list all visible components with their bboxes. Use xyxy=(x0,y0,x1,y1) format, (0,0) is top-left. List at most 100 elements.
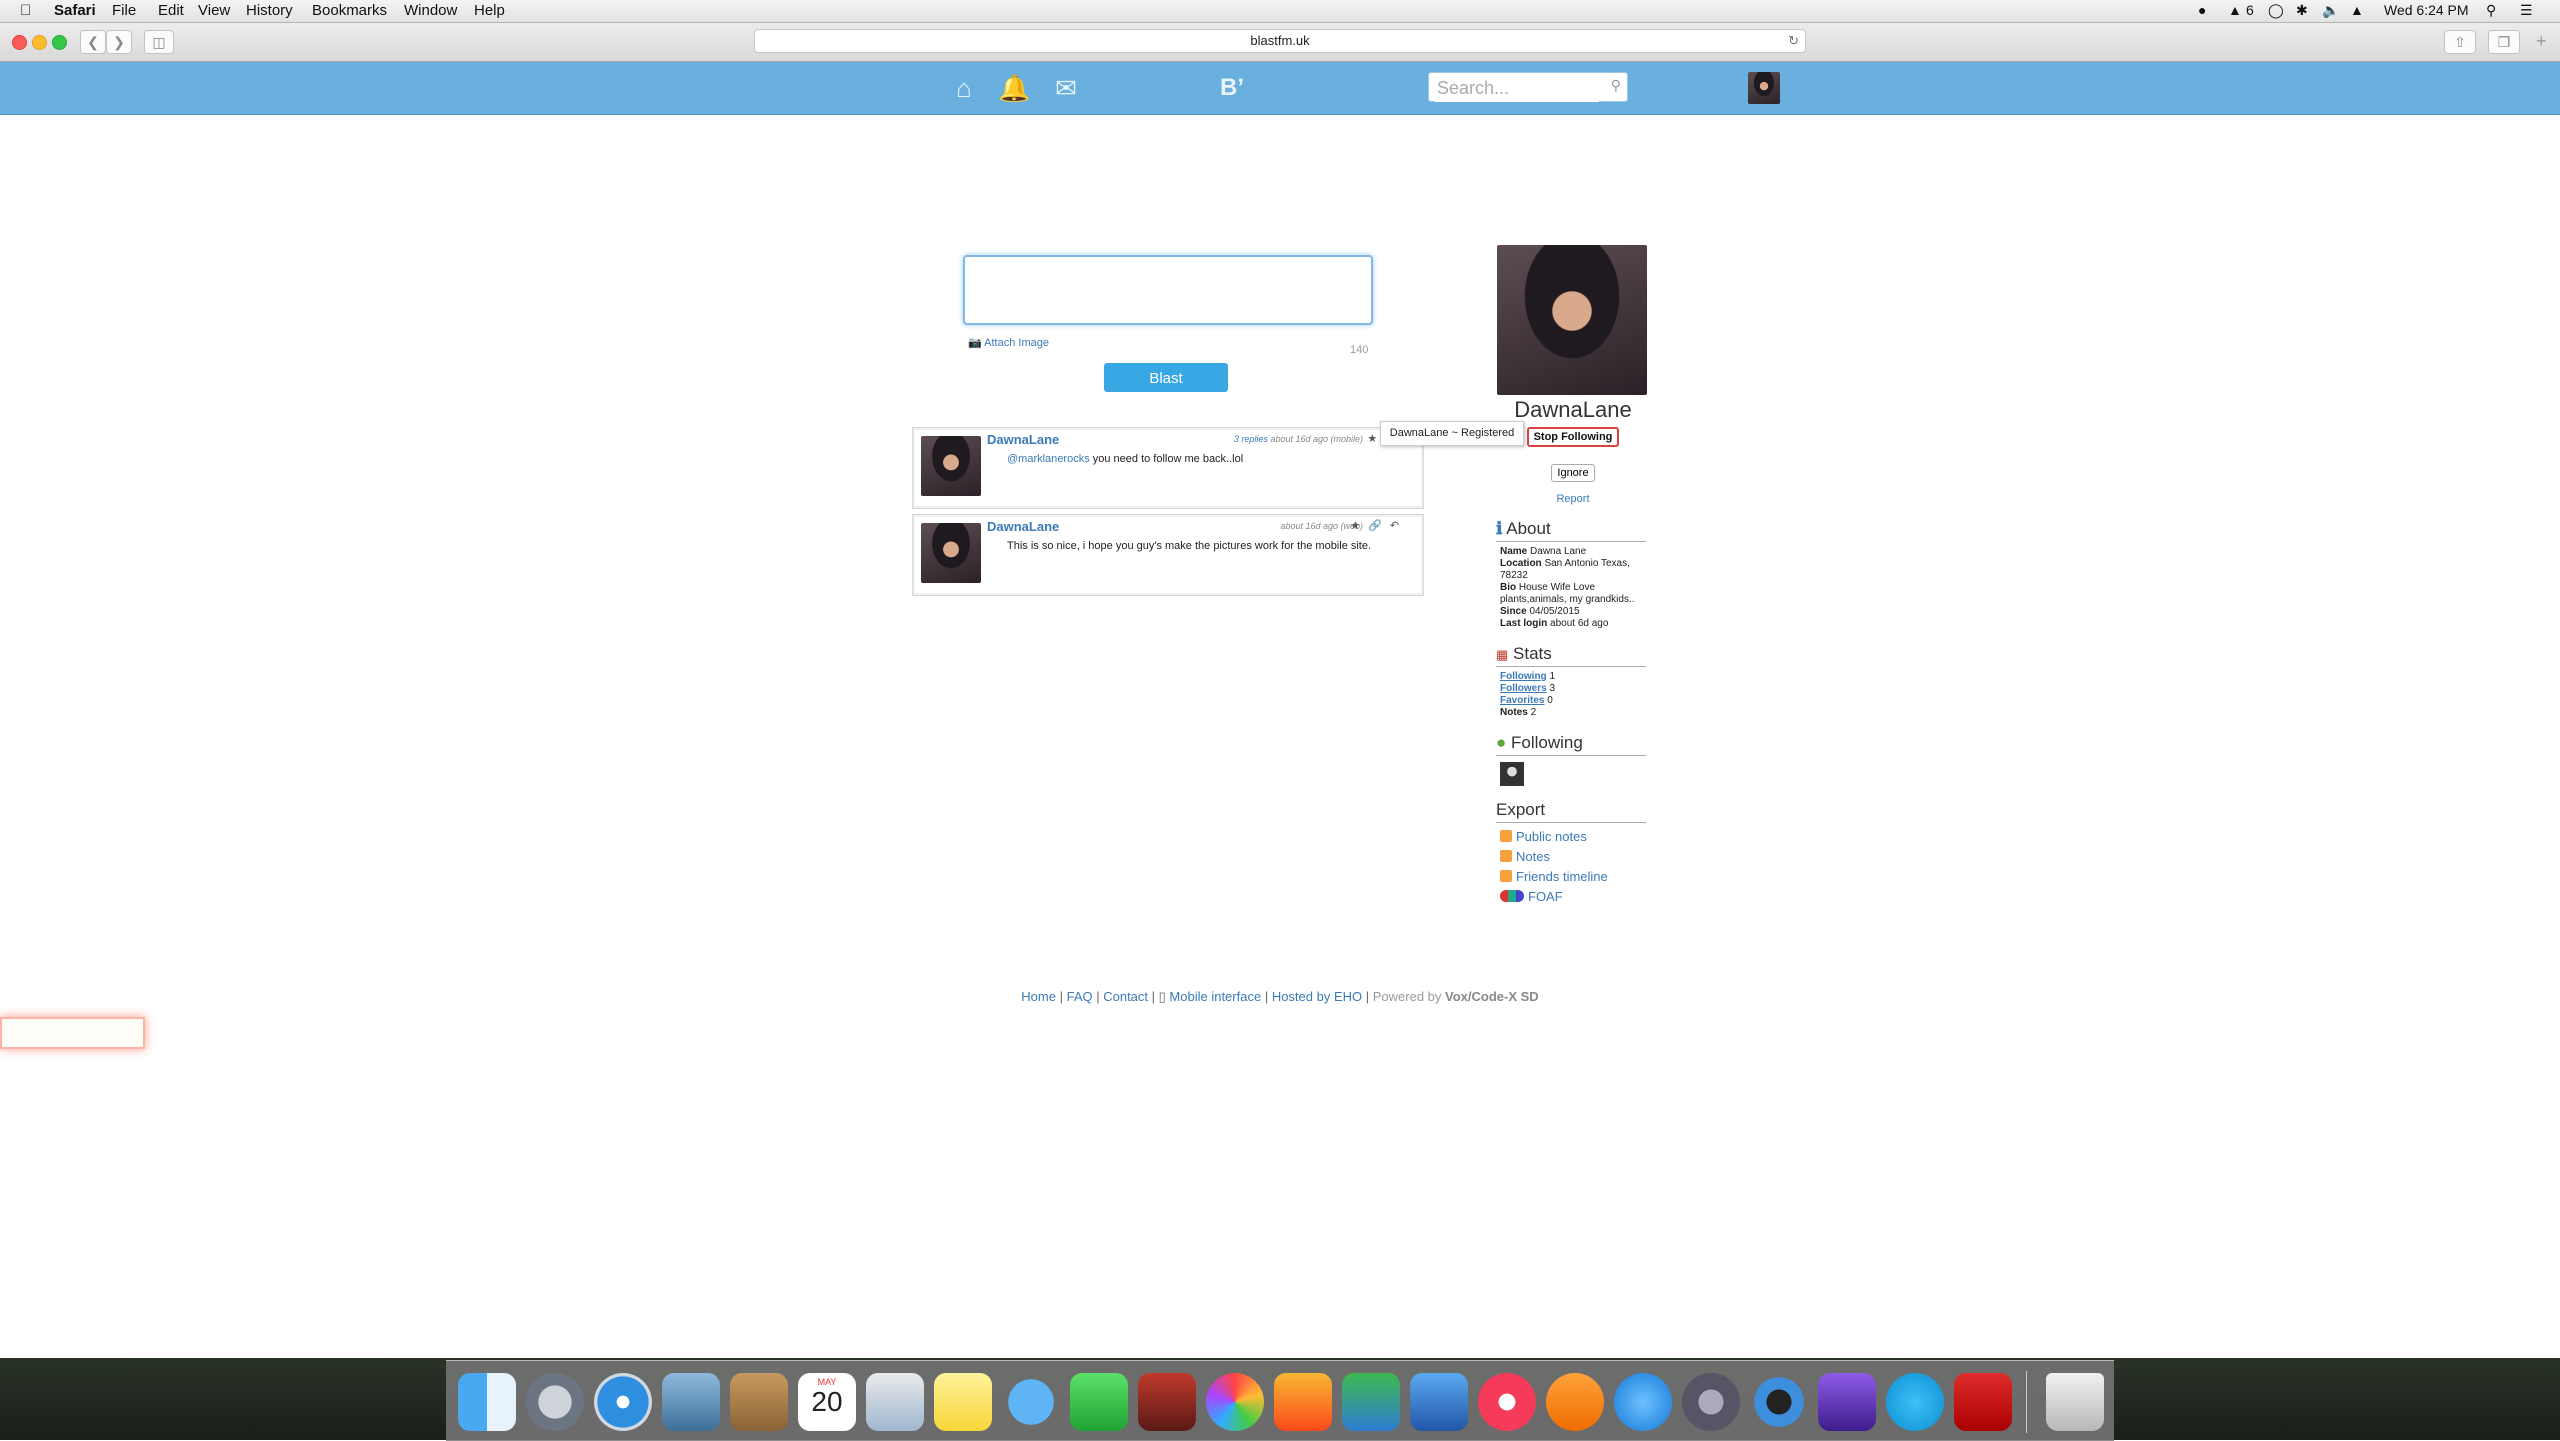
menu-help[interactable]: Help xyxy=(474,2,505,19)
stop-following-button[interactable]: Stop Following xyxy=(1526,427,1620,447)
new-tab-icon[interactable]: + xyxy=(2536,31,2547,52)
menu-view[interactable]: View xyxy=(198,2,230,19)
menu-history[interactable]: History xyxy=(246,2,293,19)
ibooks-icon[interactable] xyxy=(1546,1373,1604,1431)
facetime-icon[interactable] xyxy=(1070,1373,1128,1431)
acrobat-icon[interactable] xyxy=(1954,1373,2012,1431)
bluetooth-icon[interactable]: ✱ xyxy=(2296,2,2308,19)
spotlight-icon[interactable]: ⚲ xyxy=(2486,2,2496,19)
export-friends-timeline[interactable]: Friends timeline xyxy=(1500,867,1650,887)
preview-icon[interactable] xyxy=(866,1373,924,1431)
messages-icon[interactable] xyxy=(1002,1373,1060,1431)
wifi-icon[interactable]: ▲ xyxy=(2350,2,2364,18)
foaf-icon xyxy=(1500,890,1524,902)
highlighted-input-box[interactable] xyxy=(0,1017,145,1049)
export-foaf[interactable]: FOAF xyxy=(1500,887,1650,907)
favorites-link[interactable]: Favorites xyxy=(1500,695,1544,706)
adobe-icon[interactable]: ▲ xyxy=(2228,2,2242,18)
zoom-window-icon[interactable] xyxy=(52,35,67,50)
finder-icon[interactable] xyxy=(458,1373,516,1431)
home-icon[interactable]: ⌂ xyxy=(948,72,980,104)
volume-icon[interactable]: 🔈 xyxy=(2322,2,2339,19)
calendar-icon[interactable]: MAY 20 xyxy=(798,1373,856,1431)
menu-window[interactable]: Window xyxy=(404,2,457,19)
mention-link[interactable]: @marklanerocks xyxy=(1007,453,1090,465)
link-icon[interactable]: 🔗 xyxy=(1368,520,1390,532)
skype-icon[interactable] xyxy=(1886,1373,1944,1431)
user-avatar[interactable] xyxy=(1748,72,1780,104)
notice-avatar[interactable] xyxy=(921,523,981,583)
followers-link[interactable]: Followers xyxy=(1500,683,1547,694)
photo-booth-icon[interactable] xyxy=(1138,1373,1196,1431)
reply-icon[interactable]: ↶ xyxy=(1390,520,1407,532)
export-notes[interactable]: Notes xyxy=(1500,847,1650,867)
footer-contact-link[interactable]: Contact xyxy=(1103,989,1148,1004)
footer-home-link[interactable]: Home xyxy=(1021,989,1056,1004)
about-section-title: ℹ About xyxy=(1496,519,1646,542)
safari-icon[interactable] xyxy=(594,1373,652,1431)
photos-icon[interactable] xyxy=(1206,1373,1264,1431)
notice-avatar[interactable] xyxy=(921,436,981,496)
notice-timestamp[interactable]: about 16d ago (mobile) xyxy=(1270,434,1363,444)
menu-bookmarks[interactable]: Bookmarks xyxy=(312,2,387,19)
clock[interactable]: Wed 6:24 PM xyxy=(2384,2,2469,18)
site-header: ⌂ 🔔 ✉ B’ ⚲ xyxy=(0,62,2560,115)
back-button[interactable]: ❮ xyxy=(80,30,106,54)
url-bar[interactable]: blastfm.uk ↻ xyxy=(754,29,1806,53)
followers-count: 3 xyxy=(1549,683,1556,694)
menu-file[interactable]: File xyxy=(112,2,136,19)
notice-author[interactable]: DawnaLane xyxy=(987,432,1059,447)
creative-cloud-icon[interactable]: ● xyxy=(2198,2,2206,18)
report-link[interactable]: Report xyxy=(1496,493,1650,505)
menu-app-name[interactable]: Safari xyxy=(54,2,96,19)
menu-edit[interactable]: Edit xyxy=(158,2,184,19)
replies-link[interactable]: 3 replies xyxy=(1234,434,1268,444)
footer-mobile-link[interactable]: Mobile interface xyxy=(1169,989,1261,1004)
location-label: Location xyxy=(1500,558,1542,569)
launchpad-icon[interactable] xyxy=(526,1373,584,1431)
pages-icon[interactable] xyxy=(1274,1373,1332,1431)
app-store-icon[interactable] xyxy=(1614,1373,1672,1431)
notice-text: @marklanerocks you need to follow me bac… xyxy=(1007,453,1407,465)
forward-button[interactable]: ❯ xyxy=(106,30,132,54)
close-window-icon[interactable] xyxy=(12,35,27,50)
footer-powered-name[interactable]: Vox/Code-X SD xyxy=(1445,989,1539,1004)
page-footer: Home | FAQ | Contact | ▯ Mobile interfac… xyxy=(1021,989,1539,1004)
attach-image-link[interactable]: 📷 Attach Image xyxy=(968,336,1049,349)
mail-app-icon[interactable] xyxy=(662,1373,720,1431)
about-details: Name Dawna Lane Location San Antonio Tex… xyxy=(1500,546,1650,630)
numbers-icon[interactable] xyxy=(1342,1373,1400,1431)
notification-center-icon[interactable]: ☰ xyxy=(2520,2,2533,19)
notice-author[interactable]: DawnaLane xyxy=(987,519,1059,534)
imovie-icon[interactable] xyxy=(1818,1373,1876,1431)
notifications-icon[interactable]: 🔔 xyxy=(998,72,1030,104)
apple-menu-icon[interactable]:  xyxy=(20,2,31,19)
search-icon[interactable]: ⚲ xyxy=(1611,77,1621,94)
blast-logo-icon[interactable]: B’ xyxy=(1216,72,1248,104)
contacts-icon[interactable] xyxy=(730,1373,788,1431)
mail-icon[interactable]: ✉ xyxy=(1050,72,1082,104)
reload-icon[interactable]: ↻ xyxy=(1788,30,1799,52)
rss-icon xyxy=(1500,830,1512,842)
itunes-icon[interactable] xyxy=(1478,1373,1536,1431)
notes-app-icon[interactable] xyxy=(934,1373,992,1431)
sidebar-toggle-button[interactable]: ◫ xyxy=(144,30,174,54)
system-preferences-icon[interactable] xyxy=(1682,1373,1740,1431)
export-public-notes[interactable]: Public notes xyxy=(1500,827,1650,847)
trash-icon[interactable] xyxy=(2046,1373,2104,1431)
blast-button[interactable]: Blast xyxy=(1104,363,1228,392)
keynote-icon[interactable] xyxy=(1410,1373,1468,1431)
favorite-icon[interactable]: ★ xyxy=(1350,520,1368,532)
search-input[interactable] xyxy=(1435,74,1599,102)
following-link[interactable]: Following xyxy=(1500,671,1547,682)
footer-faq-link[interactable]: FAQ xyxy=(1067,989,1093,1004)
ignore-button[interactable]: Ignore xyxy=(1551,464,1595,482)
share-button[interactable]: ⇧ xyxy=(2444,30,2476,54)
footer-hosted-link[interactable]: Hosted by EHO xyxy=(1272,989,1362,1004)
sync-icon[interactable]: ◯ xyxy=(2268,2,2284,19)
minimize-window-icon[interactable] xyxy=(32,35,47,50)
tabs-button[interactable]: ❐ xyxy=(2488,30,2520,54)
quicktime-icon[interactable] xyxy=(1750,1373,1808,1431)
following-user-avatar[interactable] xyxy=(1500,762,1524,786)
notice-textarea[interactable] xyxy=(965,257,1371,323)
